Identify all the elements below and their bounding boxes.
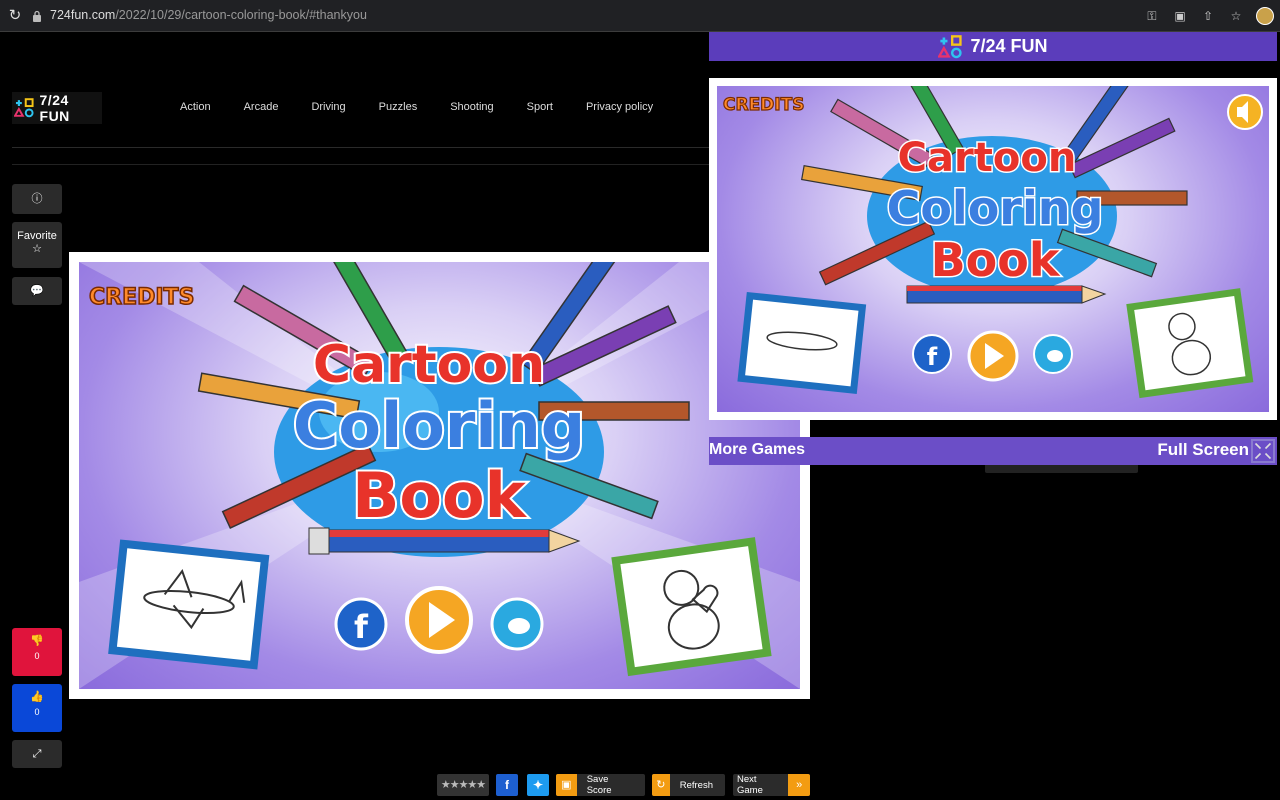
fullscreen-arrows-icon[interactable]: [1251, 439, 1275, 463]
url-path: /2022/10/29/cartoon-coloring-book/#thank…: [115, 8, 367, 22]
next-game-button[interactable]: Next Game »: [733, 774, 810, 796]
svg-text:f: f: [927, 343, 938, 371]
game-title-line1: Cartoon: [898, 135, 1077, 181]
header-divider: [12, 147, 709, 148]
nav-puzzles[interactable]: Puzzles: [379, 101, 418, 113]
credits-button: CREDITS: [723, 95, 804, 115]
bookmark-star-icon[interactable]: ☆: [1228, 8, 1244, 24]
info-icon: ⓘ: [31, 193, 43, 205]
nav-arcade[interactable]: Arcade: [244, 101, 279, 113]
game-title-line3: Book: [931, 233, 1061, 287]
nav-privacy-policy[interactable]: Privacy policy: [586, 101, 653, 113]
content-divider: [12, 164, 709, 165]
hidden-bar-fragment: [985, 465, 1138, 473]
game-title-line2: Coloring: [293, 389, 585, 462]
refresh-icon: ↻: [652, 774, 670, 796]
facebook-icon: f: [505, 778, 509, 792]
favorite-button[interactable]: Favorite ☆: [12, 222, 62, 268]
chevron-right-icon: »: [788, 774, 810, 796]
url-host: 724fun.com: [50, 8, 116, 22]
comments-button[interactable]: 💬: [12, 277, 62, 305]
save-score-label: Save Score: [586, 774, 612, 796]
address-bar[interactable]: 724fun.com/2022/10/29/cartoon-coloring-b…: [50, 8, 367, 22]
refresh-button[interactable]: ↻ Refresh: [652, 774, 725, 796]
dislike-count: 0: [34, 651, 40, 661]
nav-driving[interactable]: Driving: [311, 101, 345, 113]
popup-title: 7/24 FUN: [970, 36, 1048, 56]
logo-shapes-icon: [938, 34, 963, 58]
bear-card: [611, 537, 772, 677]
main-nav: Action Arcade Driving Puzzles Shooting S…: [180, 101, 686, 113]
facebook-game-button: f: [912, 334, 952, 374]
popup-game-frame: Cartoon Coloring Book CREDITS f: [709, 78, 1277, 420]
chat-bubble-icon: 💬: [30, 285, 44, 297]
browser-toolbar: ↻ 724fun.com/2022/10/29/cartoon-coloring…: [0, 0, 1280, 32]
reload-icon[interactable]: ↻: [6, 7, 24, 25]
profile-avatar[interactable]: [1256, 7, 1274, 25]
next-game-label: Next Game: [737, 774, 763, 796]
key-icon[interactable]: ⚿: [1144, 8, 1160, 24]
like-count: 0: [34, 707, 40, 717]
logo-text: 7/24 FUN: [39, 92, 70, 124]
game-artwork: Cartoon Coloring Book CREDITS f: [79, 262, 800, 689]
play-button: [967, 330, 1019, 382]
game-title-line2: Coloring: [887, 181, 1104, 235]
game-frame: Cartoon Coloring Book CREDITS f: [69, 252, 810, 699]
popup-game-canvas[interactable]: Cartoon Coloring Book CREDITS f: [717, 86, 1269, 412]
twitter-game-button: [490, 597, 544, 651]
site-logo[interactable]: 7/24 FUN: [12, 92, 102, 124]
facebook-share-button[interactable]: f: [496, 774, 518, 796]
like-button[interactable]: 👍 0: [12, 684, 62, 732]
rating-stars[interactable]: ★★★★★: [437, 774, 489, 796]
game-canvas[interactable]: Cartoon Coloring Book CREDITS f: [79, 262, 800, 689]
lock-icon[interactable]: [32, 10, 42, 22]
bear-card: [1126, 288, 1254, 399]
twitter-icon: ✦: [532, 778, 544, 792]
popup-footer: More Games Full Screen: [709, 437, 1277, 465]
play-button: [405, 586, 473, 654]
favorite-label: Favorite: [17, 230, 57, 242]
thumbs-down-icon: 👎: [30, 635, 44, 647]
nav-action[interactable]: Action: [180, 101, 211, 113]
popup-header: 7/24 FUN: [709, 32, 1277, 61]
popup-game-artwork: Cartoon Coloring Book CREDITS f: [722, 86, 1263, 399]
dislike-button[interactable]: 👎 0: [12, 628, 62, 676]
translate-icon[interactable]: ▣: [1172, 8, 1188, 24]
save-score-button[interactable]: ▣ Save Score: [556, 774, 645, 796]
game-title-line1: Cartoon: [313, 335, 545, 395]
airplane-card: [737, 291, 867, 395]
logo-shapes-icon: [14, 98, 34, 118]
nav-sport[interactable]: Sport: [527, 101, 553, 113]
twitter-game-button: [1033, 334, 1073, 374]
expand-icon: ⤢: [32, 748, 42, 760]
more-games-link[interactable]: More Games: [709, 441, 805, 459]
nav-shooting[interactable]: Shooting: [450, 101, 493, 113]
sound-button: [1227, 94, 1263, 130]
save-icon: ▣: [556, 774, 577, 796]
full-screen-link[interactable]: Full Screen: [1157, 440, 1249, 460]
star-icon: ☆: [32, 243, 42, 255]
svg-text:f: f: [354, 608, 369, 646]
facebook-game-button: f: [334, 597, 388, 651]
share-icon[interactable]: ⇧: [1200, 8, 1216, 24]
credits-button: CREDITS: [89, 285, 194, 310]
refresh-label: Refresh: [679, 779, 713, 791]
airplane-card: [108, 539, 270, 670]
game-title-line3: Book: [352, 459, 527, 532]
thumbs-up-icon: 👍: [30, 691, 44, 703]
info-button[interactable]: ⓘ: [12, 184, 62, 214]
twitter-share-button[interactable]: ✦: [527, 774, 549, 796]
fullscreen-button[interactable]: ⤢: [12, 740, 62, 768]
